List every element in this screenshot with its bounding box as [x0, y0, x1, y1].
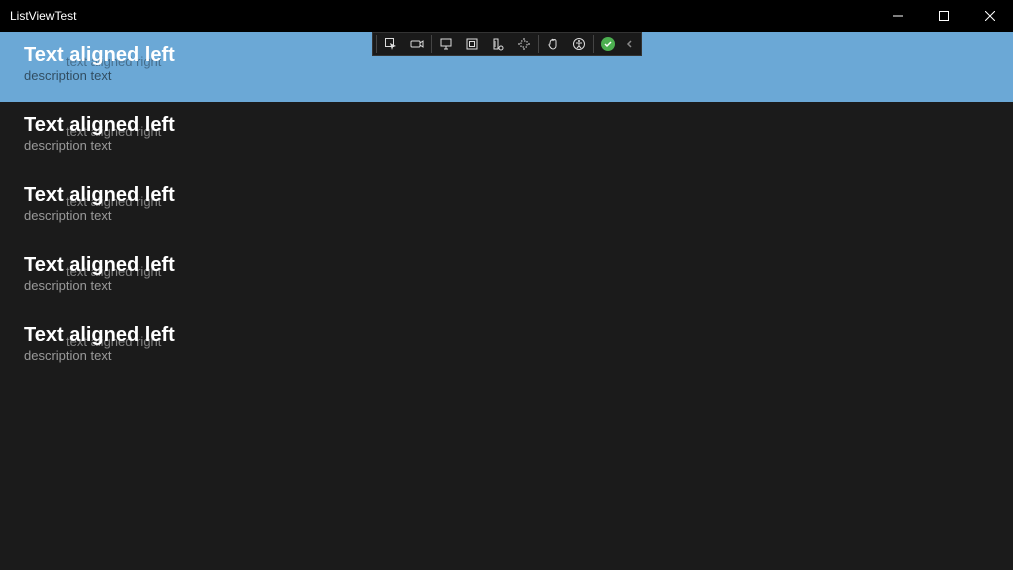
dev-toolbar[interactable]: [372, 32, 642, 56]
list-view[interactable]: text aligned right Text aligned left des…: [0, 32, 1013, 382]
list-item-description: description text: [24, 208, 989, 223]
guides-icon[interactable]: [511, 33, 537, 55]
toolbar-divider: [376, 35, 377, 53]
list-item-description: description text: [24, 68, 989, 83]
pointer-icon[interactable]: [433, 33, 459, 55]
titlebar: ListViewTest: [0, 0, 1013, 32]
status-ok-icon[interactable]: [595, 33, 621, 55]
list-item-title: Text aligned left: [24, 184, 989, 206]
window-title: ListViewTest: [10, 9, 76, 23]
minimize-button[interactable]: [875, 0, 921, 32]
list-item[interactable]: text aligned right Text aligned left des…: [0, 102, 1013, 172]
list-item-description: description text: [24, 348, 989, 363]
toolbar-divider: [538, 35, 539, 53]
close-button[interactable]: [967, 0, 1013, 32]
camera-icon[interactable]: [404, 33, 430, 55]
maximize-button[interactable]: [921, 0, 967, 32]
select-element-icon[interactable]: [378, 33, 404, 55]
list-item-description: description text: [24, 278, 989, 293]
toolbar-divider: [431, 35, 432, 53]
list-item-title: Text aligned left: [24, 254, 989, 276]
content-area: text aligned right Text aligned left des…: [0, 32, 1013, 570]
ruler-icon[interactable]: [485, 33, 511, 55]
collapse-icon[interactable]: [621, 33, 639, 55]
list-item[interactable]: text aligned right Text aligned left des…: [0, 242, 1013, 312]
list-item[interactable]: text aligned right Text aligned left des…: [0, 312, 1013, 382]
list-item-description: description text: [24, 138, 989, 153]
layout-icon[interactable]: [459, 33, 485, 55]
list-item-title: Text aligned left: [24, 114, 989, 136]
window-controls: [875, 0, 1013, 32]
list-item-title: Text aligned left: [24, 324, 989, 346]
list-item[interactable]: text aligned right Text aligned left des…: [0, 172, 1013, 242]
hand-icon[interactable]: [540, 33, 566, 55]
toolbar-divider: [593, 35, 594, 53]
accessibility-icon[interactable]: [566, 33, 592, 55]
